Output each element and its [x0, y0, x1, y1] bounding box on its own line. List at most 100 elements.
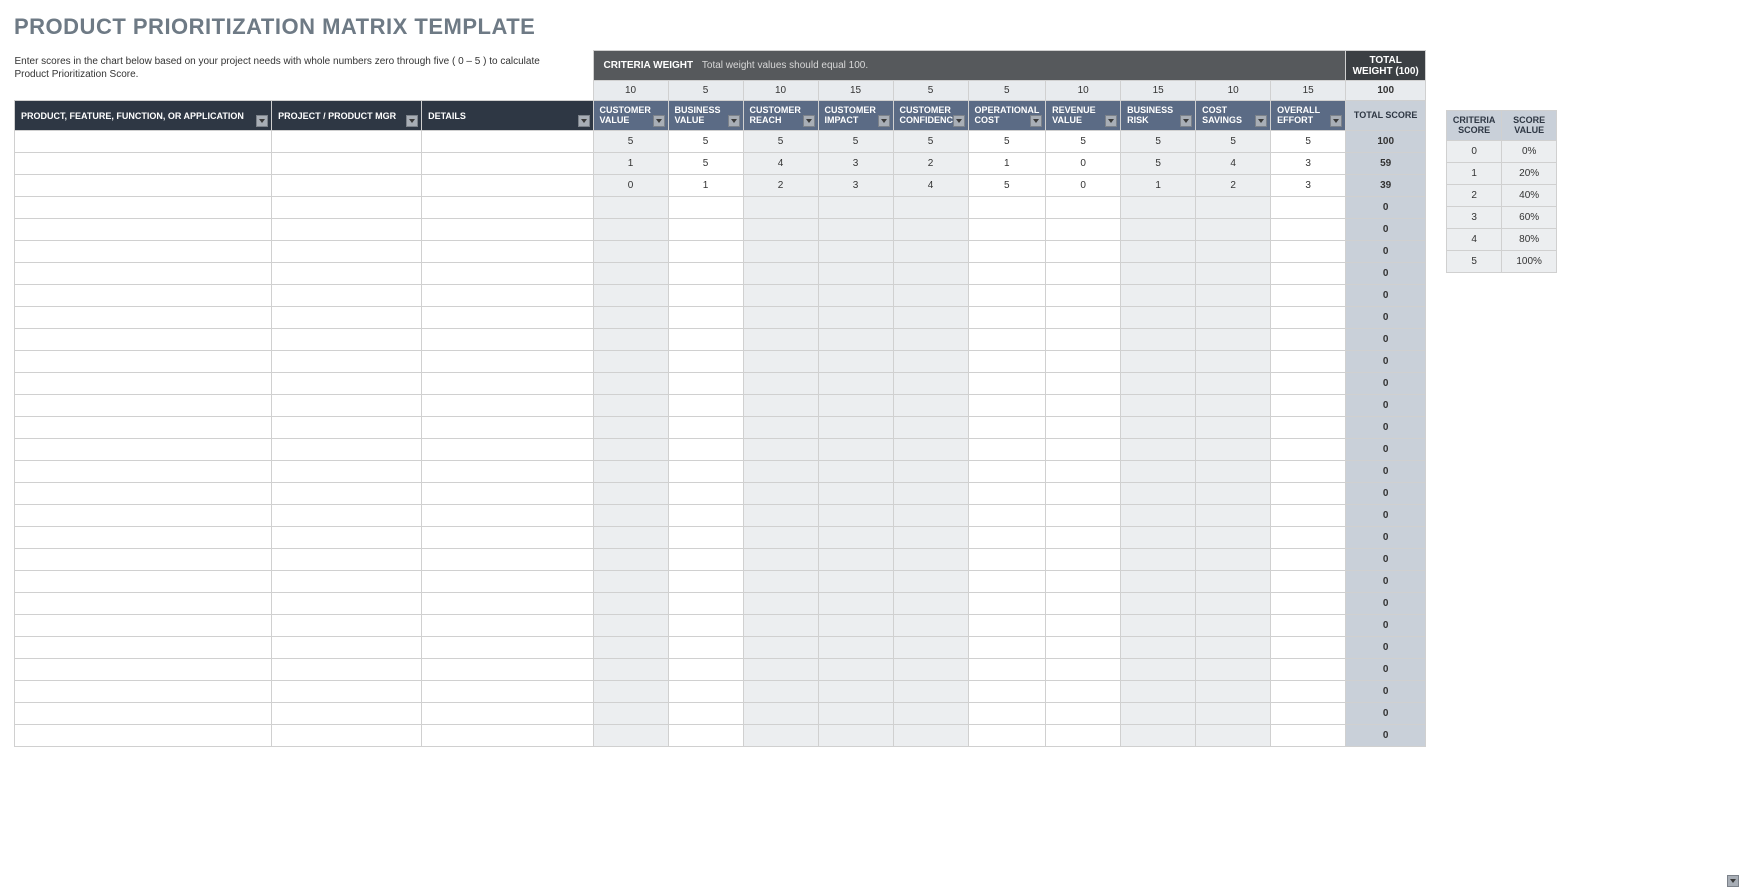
col-criteria-3[interactable]: CUSTOMER IMPACT [818, 101, 893, 131]
score-cell[interactable] [1196, 725, 1271, 747]
score-cell[interactable]: 5 [743, 131, 818, 153]
col-criteria-9[interactable]: OVERALL EFFORT [1271, 101, 1346, 131]
score-cell[interactable] [1196, 615, 1271, 637]
score-cell[interactable] [1271, 483, 1346, 505]
score-cell[interactable] [1196, 461, 1271, 483]
score-cell[interactable] [1271, 197, 1346, 219]
product-cell[interactable] [15, 703, 272, 725]
score-cell[interactable] [743, 373, 818, 395]
mgr-cell[interactable] [272, 285, 422, 307]
score-cell[interactable] [1271, 439, 1346, 461]
score-cell[interactable] [593, 571, 668, 593]
score-cell[interactable] [593, 681, 668, 703]
score-cell[interactable]: 0 [593, 175, 668, 197]
details-cell[interactable] [422, 461, 593, 483]
score-cell[interactable] [593, 285, 668, 307]
score-cell[interactable] [893, 263, 968, 285]
product-cell[interactable] [15, 439, 272, 461]
score-cell[interactable] [743, 527, 818, 549]
filter-icon[interactable] [1255, 115, 1267, 127]
product-cell[interactable] [15, 571, 272, 593]
score-cell[interactable]: 5 [1121, 131, 1196, 153]
score-cell[interactable] [818, 329, 893, 351]
score-cell[interactable] [818, 593, 893, 615]
details-cell[interactable] [422, 527, 593, 549]
score-cell[interactable] [893, 549, 968, 571]
details-cell[interactable] [422, 175, 593, 197]
score-cell[interactable] [593, 351, 668, 373]
score-cell[interactable] [1121, 593, 1196, 615]
col-criteria-7[interactable]: BUSINESS RISK [1121, 101, 1196, 131]
mgr-cell[interactable] [272, 395, 422, 417]
score-cell[interactable] [818, 527, 893, 549]
score-cell[interactable] [1271, 373, 1346, 395]
details-cell[interactable] [422, 307, 593, 329]
mgr-cell[interactable] [272, 263, 422, 285]
score-cell[interactable] [1271, 725, 1346, 747]
score-cell[interactable] [968, 241, 1046, 263]
details-cell[interactable] [422, 263, 593, 285]
score-cell[interactable]: 4 [743, 153, 818, 175]
mgr-cell[interactable] [272, 461, 422, 483]
filter-icon[interactable] [406, 115, 418, 127]
score-cell[interactable] [1271, 329, 1346, 351]
details-cell[interactable] [422, 571, 593, 593]
mgr-cell[interactable] [272, 659, 422, 681]
score-cell[interactable] [668, 395, 743, 417]
mgr-cell[interactable] [272, 483, 422, 505]
score-cell[interactable] [743, 307, 818, 329]
score-cell[interactable] [1196, 659, 1271, 681]
score-cell[interactable] [1196, 637, 1271, 659]
score-cell[interactable] [1121, 527, 1196, 549]
score-cell[interactable] [1121, 439, 1196, 461]
score-cell[interactable] [1046, 241, 1121, 263]
score-cell[interactable] [593, 703, 668, 725]
score-cell[interactable] [968, 461, 1046, 483]
details-cell[interactable] [422, 505, 593, 527]
score-cell[interactable] [818, 417, 893, 439]
score-cell[interactable] [1046, 681, 1121, 703]
score-cell[interactable] [668, 593, 743, 615]
product-cell[interactable] [15, 659, 272, 681]
details-cell[interactable] [422, 351, 593, 373]
score-cell[interactable] [818, 285, 893, 307]
score-cell[interactable] [1046, 197, 1121, 219]
score-cell[interactable] [893, 197, 968, 219]
score-cell[interactable] [818, 351, 893, 373]
weight-cell[interactable]: 5 [668, 81, 743, 101]
score-cell[interactable]: 0 [1046, 175, 1121, 197]
weight-cell[interactable]: 10 [593, 81, 668, 101]
score-cell[interactable]: 2 [743, 175, 818, 197]
details-cell[interactable] [422, 395, 593, 417]
score-cell[interactable] [1196, 197, 1271, 219]
col-criteria-0[interactable]: CUSTOMER VALUE [593, 101, 668, 131]
col-criteria-2[interactable]: CUSTOMER REACH [743, 101, 818, 131]
score-cell[interactable] [893, 593, 968, 615]
product-cell[interactable] [15, 153, 272, 175]
filter-icon[interactable] [578, 115, 590, 127]
score-cell[interactable] [1271, 263, 1346, 285]
score-cell[interactable]: 3 [1271, 175, 1346, 197]
score-cell[interactable]: 5 [968, 175, 1046, 197]
product-cell[interactable] [15, 681, 272, 703]
details-cell[interactable] [422, 373, 593, 395]
score-cell[interactable]: 4 [1196, 153, 1271, 175]
score-cell[interactable] [1046, 571, 1121, 593]
filter-icon[interactable] [256, 115, 268, 127]
score-cell[interactable] [668, 373, 743, 395]
score-cell[interactable] [1121, 351, 1196, 373]
score-cell[interactable] [668, 417, 743, 439]
score-cell[interactable] [893, 461, 968, 483]
score-cell[interactable] [893, 659, 968, 681]
score-cell[interactable] [1121, 241, 1196, 263]
score-cell[interactable] [743, 483, 818, 505]
score-cell[interactable] [668, 461, 743, 483]
score-cell[interactable] [593, 615, 668, 637]
score-cell[interactable] [1121, 659, 1196, 681]
score-cell[interactable] [1046, 263, 1121, 285]
score-cell[interactable] [1196, 285, 1271, 307]
score-cell[interactable]: 1 [968, 153, 1046, 175]
score-cell[interactable] [743, 681, 818, 703]
score-cell[interactable] [893, 395, 968, 417]
score-cell[interactable] [668, 219, 743, 241]
